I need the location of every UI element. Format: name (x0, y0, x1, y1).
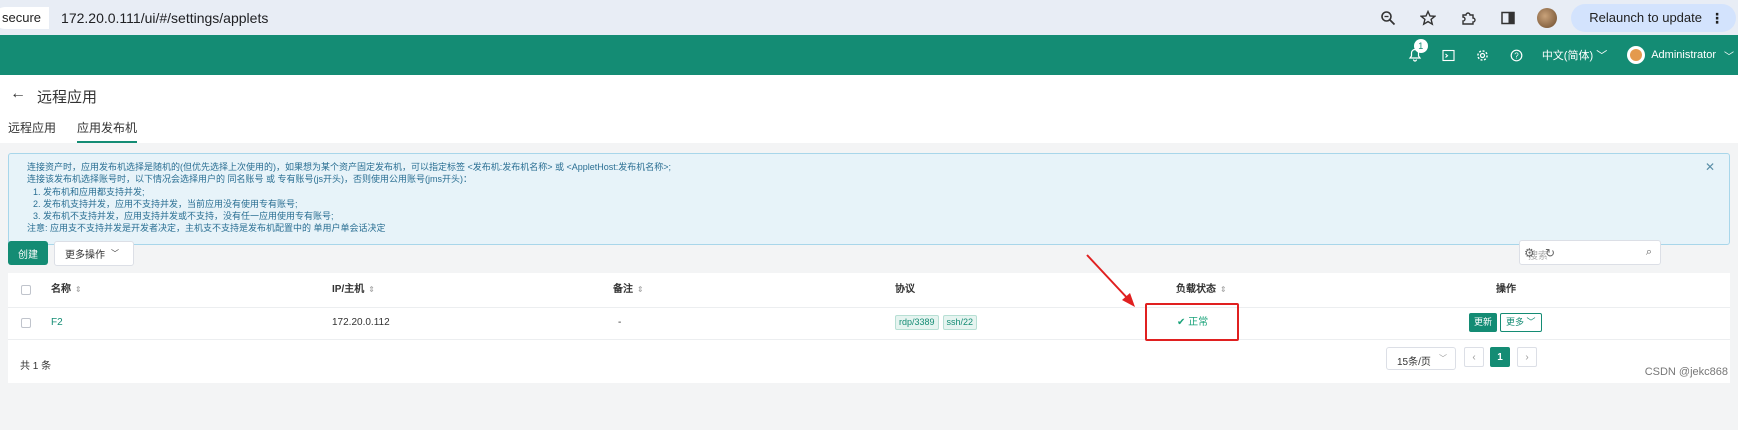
protocol-tag: rdp/3389 (895, 315, 939, 330)
page-title: 远程应用 (37, 89, 98, 106)
chevron-down-icon[interactable]: ﹀ (1724, 48, 1734, 63)
sidebar-icon[interactable] (1497, 7, 1519, 29)
info-alert: 连接资产时，应用发布机选择是随机的(但优先选择上次使用的)，如果想为某个资产固定… (8, 153, 1730, 245)
extensions-icon[interactable] (1457, 7, 1479, 29)
select-all-checkbox[interactable] (21, 285, 31, 295)
notification-bell-icon[interactable]: 1 (1406, 39, 1428, 64)
row-divider (8, 339, 1730, 340)
next-page-button[interactable]: › (1517, 347, 1537, 367)
address-bar[interactable]: 172.20.0.111/ui/#/settings/applets (61, 10, 268, 26)
page-number-button[interactable]: 1 (1490, 347, 1510, 367)
create-button[interactable]: 创建 (8, 241, 48, 265)
page-size-label: 15条/页 (1397, 357, 1431, 368)
terminal-icon[interactable] (1440, 46, 1458, 64)
settings-gear-icon[interactable] (1474, 46, 1492, 64)
annotation-highlight-box (1145, 303, 1239, 341)
svg-text:?: ? (1515, 51, 1520, 60)
menu-icon[interactable]: ⋮ (1710, 10, 1724, 27)
protocol-tag: ssh/22 (942, 315, 978, 330)
chevron-down-icon: ﹀ (1439, 354, 1447, 363)
profile-avatar[interactable] (1537, 7, 1558, 28)
page-head: ← 远程应用 远程应用 应用发布机 (0, 75, 1738, 143)
main-content: 连接资产时，应用发布机选择是随机的(但优先选择上次使用的)，如果想为某个资产固定… (0, 143, 1738, 430)
back-arrow-icon[interactable]: ← (10, 85, 26, 103)
column-header-comment[interactable]: 备注 ⇕ (613, 273, 644, 307)
app-header: 1 ? 中文(简体) ﹀ Administrator ﹀ (0, 35, 1738, 75)
update-button[interactable]: 更新 (1469, 313, 1498, 332)
total-count: 共 1 条 (20, 361, 52, 372)
refresh-icon[interactable]: ↻ (1545, 246, 1555, 260)
row-more-button[interactable]: 更多 ﹀ (1500, 313, 1542, 332)
zoom-icon[interactable] (1377, 7, 1399, 29)
column-header-actions: 操作 (1496, 284, 1516, 295)
info-line: 连接该发布机选择账号时，以下情况会选择用户的 同名账号 或 专有账号(js开头)… (27, 174, 472, 185)
host-comment: - (618, 317, 622, 328)
column-header-name[interactable]: 名称 ⇕ (51, 273, 82, 307)
info-line: 3. 发布机不支持并发，应用支持并发或不支持，没有任一应用使用专有账号; (33, 211, 334, 222)
site-security-chip[interactable]: secure (0, 6, 50, 29)
relaunch-label: Relaunch to update (1589, 10, 1702, 25)
protocol-tags: rdp/3389 ssh/22 (895, 307, 981, 339)
language-selector[interactable]: 中文(简体) ﹀ (1542, 47, 1607, 63)
column-header-ip[interactable]: IP/主机 ⇕ (332, 273, 375, 307)
host-ip: 172.20.0.112 (332, 317, 390, 328)
language-label: 中文(简体) (1541, 50, 1594, 62)
sort-icon: ⇕ (637, 285, 644, 294)
search-input[interactable]: 搜索 ⌕ (1519, 240, 1661, 265)
page-size-select[interactable]: 15条/页 ﹀ (1386, 347, 1456, 370)
column-settings-icon[interactable]: ⚙ (1524, 246, 1535, 260)
chevron-down-icon: ﹀ (111, 249, 119, 258)
info-line: 1. 发布机和应用都支持并发; (33, 186, 145, 197)
user-avatar[interactable] (1627, 46, 1646, 64)
tab-remote-apps[interactable]: 远程应用 (8, 119, 56, 143)
tab-applet-hosts[interactable]: 应用发布机 (77, 119, 138, 143)
help-icon[interactable]: ? (1508, 46, 1526, 64)
applet-host-table: 名称 ⇕ IP/主机 ⇕ 备注 ⇕ 协议 负载状态 ⇕ 操作 F2 172.20.0.1… (8, 273, 1730, 383)
sort-icon: ⇕ (368, 285, 375, 294)
row-actions: 更新 更多 ﹀ (1469, 307, 1542, 339)
watermark: CSDN @jekc868 (1644, 366, 1728, 378)
column-header-load-status[interactable]: 负载状态 ⇕ (1176, 273, 1227, 307)
row-checkbox[interactable] (21, 318, 31, 328)
star-icon[interactable] (1417, 7, 1439, 29)
search-icon[interactable]: ⌕ (1646, 246, 1652, 259)
chevron-down-icon: ﹀ (1596, 50, 1608, 62)
chevron-down-icon: ﹀ (1526, 317, 1536, 327)
info-line: 注意: 应用支不支持并发是开发者决定，主机支不支持是发布机配置中的 单用户单会话… (27, 223, 386, 234)
host-name-link[interactable]: F2 (51, 307, 63, 339)
sort-icon: ⇕ (75, 285, 82, 294)
relaunch-button[interactable]: Relaunch to update ⋮ (1571, 3, 1736, 32)
info-line: 2. 发布机支持并发，应用不支持并发，当前应用没有使用专有账号; (33, 198, 298, 209)
close-icon[interactable]: ✕ (1705, 160, 1715, 174)
user-name[interactable]: Administrator (1651, 49, 1716, 61)
notification-badge: 1 (1413, 39, 1428, 53)
prev-page-button[interactable]: ‹ (1464, 347, 1484, 367)
more-actions-dropdown[interactable]: 更多操作 ﹀ (54, 241, 134, 266)
info-line: 连接资产时，应用发布机选择是随机的(但优先选择上次使用的)，如果想为某个资产固定… (27, 162, 672, 172)
sort-icon: ⇕ (1220, 285, 1227, 294)
more-actions-label: 更多操作 (65, 250, 105, 261)
column-header-protocols: 协议 (895, 284, 915, 295)
browser-toolbar: secure 172.20.0.111/ui/#/settings/applet… (0, 0, 1738, 35)
